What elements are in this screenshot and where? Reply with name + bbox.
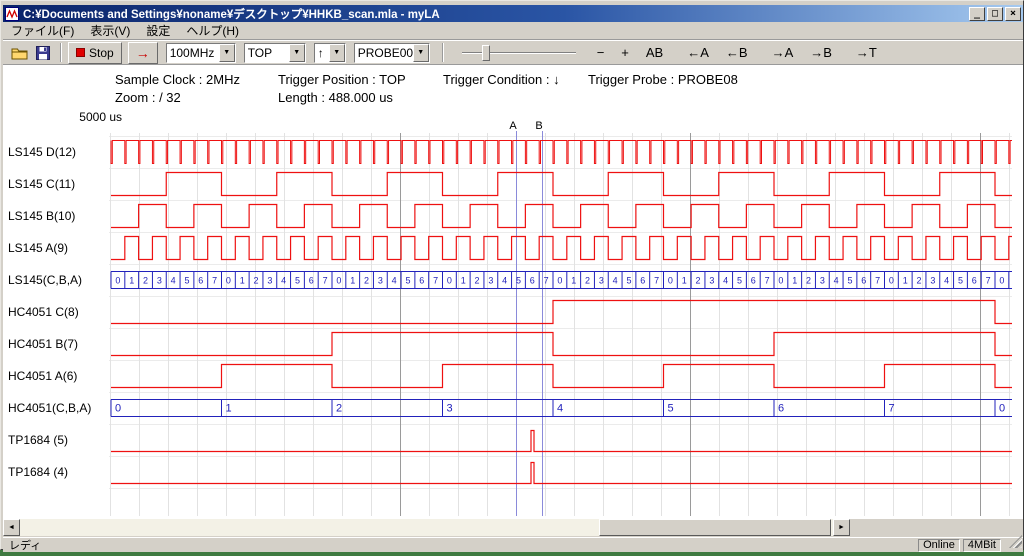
- menu-item-1[interactable]: ファイル(F): [3, 21, 82, 40]
- trigger-probe-select[interactable]: PROBE00 ▼: [354, 43, 430, 63]
- horizontal-scrollbar[interactable]: ◄ ►: [3, 519, 850, 536]
- trigger-position-value: TOP: [245, 46, 289, 60]
- goto-b-back-button[interactable]: ←B: [719, 42, 755, 64]
- chevron-down-icon[interactable]: ▼: [329, 44, 345, 62]
- sample-clock-info: Sample Clock : 2MHz: [115, 72, 240, 87]
- toolbar-separator: [442, 43, 444, 62]
- window-title: C:¥Documents and Settings¥noname¥デスクトップ¥…: [23, 6, 967, 22]
- stop-icon: [76, 48, 85, 57]
- zoom-out-button[interactable]: −: [590, 42, 612, 64]
- trigger-position-select[interactable]: TOP ▼: [244, 43, 306, 63]
- slider-track: [462, 52, 576, 54]
- memory-status-badge: 4MBit: [963, 539, 1001, 552]
- stop-label: Stop: [89, 46, 114, 60]
- trigger-edge-select[interactable]: ↑ ▼: [314, 43, 346, 63]
- zoom-info: Zoom : / 32: [115, 90, 181, 105]
- scroll-right-button[interactable]: ►: [833, 519, 850, 536]
- status-bar: レディ Online 4MBit: [3, 537, 1023, 552]
- trigger-probe-info: Trigger Probe : PROBE08: [588, 72, 738, 87]
- trigger-probe-value: PROBE00: [355, 46, 413, 60]
- ab-cursor-button[interactable]: AB: [639, 42, 670, 64]
- chevron-down-icon[interactable]: ▼: [413, 44, 429, 62]
- open-folder-icon: [11, 46, 28, 60]
- menu-item-3[interactable]: 設定: [138, 21, 178, 40]
- trigger-condition-info: Trigger Condition : ↓: [443, 72, 560, 87]
- menu-item-2[interactable]: 表示(V): [82, 21, 138, 40]
- save-button[interactable]: [31, 42, 54, 64]
- length-info: Length : 488.000 us: [278, 90, 393, 105]
- chevron-down-icon[interactable]: ▼: [219, 44, 235, 62]
- status-text: レディ: [9, 537, 41, 553]
- zoom-in-button[interactable]: +: [614, 42, 636, 64]
- open-button[interactable]: [8, 42, 31, 64]
- time-scale-label: 5000 us: [58, 110, 122, 124]
- online-status-badge: Online: [918, 539, 960, 552]
- menu-bar: ファイル(F)表示(V)設定ヘルプ(H): [3, 22, 1023, 40]
- trigger-edge-value: ↑: [315, 46, 329, 60]
- goto-b-forward-button[interactable]: →B: [803, 42, 839, 64]
- stop-button[interactable]: Stop: [68, 42, 122, 64]
- goto-trigger-button[interactable]: →T: [849, 42, 884, 64]
- toolbar-separator: [60, 43, 62, 62]
- waveform-client-area: [3, 65, 1023, 519]
- maximize-button[interactable]: □: [987, 7, 1003, 21]
- toolbar: Stop → 100MHz ▼ TOP ▼ ↑ ▼ PROBE00 ▼ − + …: [3, 40, 1023, 65]
- minimize-button[interactable]: _: [969, 7, 985, 21]
- trigger-position-info: Trigger Position : TOP: [278, 72, 406, 87]
- chevron-down-icon[interactable]: ▼: [289, 44, 305, 62]
- title-bar: C:¥Documents and Settings¥noname¥デスクトップ¥…: [3, 5, 1023, 22]
- goto-a-back-button[interactable]: ←A: [680, 42, 716, 64]
- scrollbar-thumb[interactable]: [599, 519, 831, 536]
- sample-clock-select[interactable]: 100MHz ▼: [166, 43, 236, 63]
- app-icon: [5, 7, 19, 21]
- menu-item-4[interactable]: ヘルプ(H): [178, 21, 247, 40]
- goto-a-forward-button[interactable]: →A: [765, 42, 801, 64]
- save-floppy-icon: [36, 46, 50, 60]
- run-button[interactable]: →: [128, 42, 158, 64]
- run-arrow-icon: →: [136, 46, 150, 60]
- zoom-slider[interactable]: [460, 43, 578, 63]
- scroll-left-button[interactable]: ◄: [3, 519, 20, 536]
- close-button[interactable]: ×: [1005, 7, 1021, 21]
- slider-thumb[interactable]: [482, 45, 490, 61]
- sample-clock-value: 100MHz: [167, 46, 219, 60]
